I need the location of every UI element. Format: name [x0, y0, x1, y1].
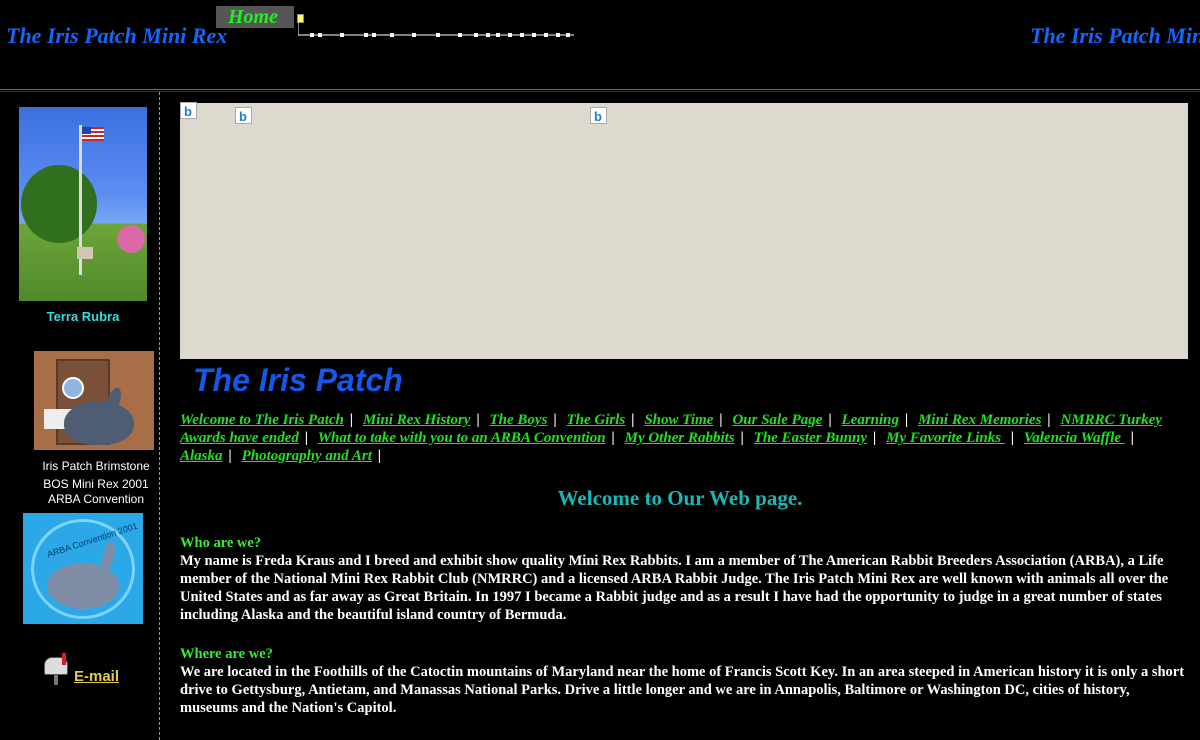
welcome-heading: Welcome to Our Web page.	[557, 486, 803, 510]
brimstone-caption-line3: ARBA Convention	[47, 492, 145, 506]
brimstone-caption-line1: Iris Patch Brimstone	[42, 459, 150, 473]
nav-link-mini-rex-memories[interactable]: Mini Rex Memories	[918, 412, 1041, 428]
broken-image-icon: b	[180, 102, 197, 119]
nav-link-sale-page[interactable]: Our Sale Page	[732, 412, 822, 428]
nav-link-welcome[interactable]: Welcome to The Iris Patch	[180, 412, 344, 428]
brimstone-award-photo[interactable]	[34, 351, 154, 450]
nav-link-favorite-links[interactable]: My Favorite Links	[886, 430, 1005, 446]
arba-convention-photo[interactable]: ARBA Convention 2001	[23, 513, 143, 624]
broken-image-icon: b	[590, 107, 607, 124]
who-are-we-heading: Who are we?	[180, 535, 262, 551]
who-are-we-text: My name is Freda Kraus and I breed and e…	[180, 553, 1169, 623]
where-are-we-section: Where are we? We are located in the Foot…	[180, 645, 1188, 717]
page-navigation-track[interactable]	[298, 22, 576, 38]
banner-image-area	[180, 103, 1188, 359]
nav-link-arba-convention[interactable]: What to take with you to an ARBA Convent…	[318, 430, 606, 446]
nav-link-valencia-waffle[interactable]: Valencia Waffle	[1024, 430, 1125, 446]
brimstone-caption: Iris Patch Brimstone BOS Mini Rex 2001 A…	[30, 457, 162, 505]
nav-link-easter-bunny[interactable]: The Easter Bunny	[754, 430, 867, 446]
email-label[interactable]: E-mail	[74, 668, 119, 685]
terra-rubra-caption: Terra Rubra	[46, 309, 120, 324]
where-are-we-heading: Where are we?	[180, 646, 273, 662]
header-divider-lower	[0, 91, 1200, 92]
brimstone-caption-line2: BOS Mini Rex 2001	[43, 477, 149, 491]
sidebar-separator	[159, 92, 160, 740]
nav-link-show-time[interactable]: Show Time	[644, 412, 713, 428]
where-are-we-text: We are located in the Foothills of the C…	[180, 664, 1185, 716]
nav-link-mini-rex-history[interactable]: Mini Rex History	[363, 412, 471, 428]
site-name-right: The Iris Patch Mini Rex	[1030, 23, 1200, 48]
nav-link-the-boys[interactable]: The Boys	[490, 412, 548, 428]
site-nav-links: Welcome to The Iris Patch | Mini Rex Hist…	[180, 412, 1163, 464]
nav-link-the-girls[interactable]: The Girls	[567, 412, 626, 428]
page-title: The Iris Patch	[193, 362, 403, 398]
mailbox-icon	[42, 651, 70, 685]
nav-link-learning[interactable]: Learning	[842, 412, 900, 428]
nav-link-other-rabbits[interactable]: My Other Rabbits	[625, 430, 735, 446]
broken-image-icon: b	[235, 107, 252, 124]
home-button[interactable]: Home	[216, 6, 294, 28]
nav-link-alaska[interactable]: Alaska	[180, 448, 223, 464]
email-link[interactable]: E-mail	[42, 651, 119, 685]
terra-rubra-photo[interactable]	[19, 107, 147, 301]
who-are-we-section: Who are we? My name is Freda Kraus and I…	[180, 534, 1188, 624]
nav-link-photography-art[interactable]: Photography and Art	[242, 448, 372, 464]
header-divider	[0, 89, 1200, 90]
site-name-left: The Iris Patch Mini Rex	[6, 23, 228, 48]
